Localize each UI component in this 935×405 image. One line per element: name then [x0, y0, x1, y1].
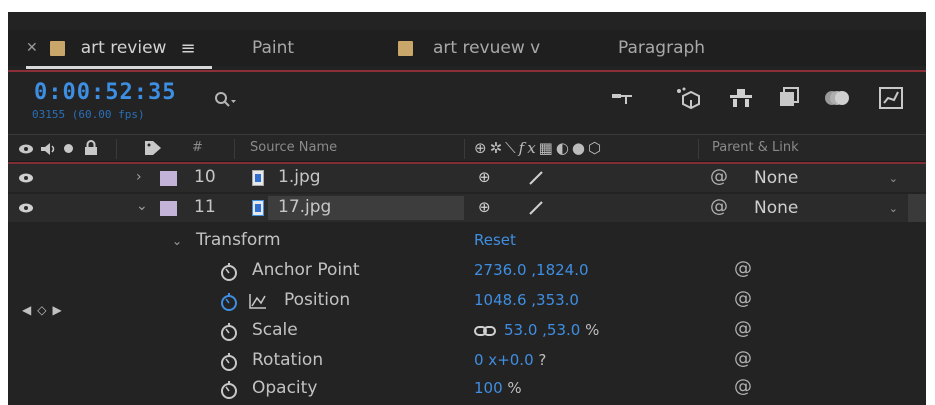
layer-number: 11: [194, 197, 216, 217]
layer-row[interactable]: ⌄ 11 17.jpg ⊕ @ None ⌄: [8, 194, 926, 222]
tab-paragraph[interactable]: Paragraph: [618, 34, 705, 62]
property-value-anchor-point[interactable]: 2736.0 ,1824.0: [474, 261, 589, 279]
graph-icon[interactable]: [248, 292, 268, 310]
switches-header-icons: ⊕✲⟍fx▦◐●⬡: [474, 139, 605, 157]
label-color-swatch[interactable]: [160, 171, 177, 186]
property-value-scale[interactable]: 53.0 ,53.0 %: [504, 321, 599, 339]
tab-label: art review: [80, 38, 167, 58]
chevron-down-icon: ⌄: [888, 171, 898, 185]
stopwatch-icon[interactable]: [220, 352, 238, 372]
eye-icon[interactable]: [18, 202, 34, 214]
property-value-opacity[interactable]: 100 %: [474, 379, 522, 397]
lock-header-icon: [85, 140, 97, 155]
shy-switch-icon[interactable]: ⊕: [478, 168, 491, 186]
source-name-column-header[interactable]: Source Name: [250, 140, 337, 155]
property-label-scale: Scale: [252, 320, 298, 340]
composition-swatch-icon: [49, 40, 65, 56]
vertical-scrollbar-thumb[interactable]: [908, 194, 926, 222]
property-label-rotation: Rotation: [252, 350, 324, 370]
layer-name[interactable]: 17.jpg: [278, 197, 331, 217]
parent-dropdown[interactable]: None ⌄: [748, 196, 906, 220]
stopwatch-icon[interactable]: [220, 380, 238, 400]
keyframe-navigator[interactable]: ◀◇▶: [22, 303, 68, 317]
quality-switch-icon[interactable]: [528, 200, 544, 216]
layer-number: 10: [194, 167, 216, 187]
graph-editor-icon[interactable]: [876, 84, 906, 112]
parent-dropdown-value: None: [754, 198, 799, 218]
quality-switch-icon[interactable]: [528, 170, 544, 186]
video-toggle-header-icon: [19, 144, 33, 154]
label-color-swatch[interactable]: [160, 201, 177, 216]
hamburger-icon[interactable]: ≡: [180, 38, 195, 59]
unit-text: ?: [538, 351, 547, 369]
frame-blending-icon[interactable]: [774, 84, 804, 112]
composition-swatch-icon: [398, 40, 413, 56]
parent-dropdown-value: None: [754, 168, 799, 188]
tab-label: Paragraph: [618, 38, 706, 58]
audio-header-icon: [41, 143, 55, 155]
property-label-position: Position: [284, 290, 351, 310]
tab-label: Paint: [252, 38, 295, 58]
transform-reset-link[interactable]: Reset: [474, 231, 516, 249]
timeline-panel: ✕ art review ≡ Paint art revuew v Paragr…: [8, 12, 926, 405]
unit-text: %: [585, 321, 600, 339]
chevron-right-icon[interactable]: ›: [136, 169, 142, 185]
parent-link-column-header: Parent & Link: [712, 140, 799, 155]
image-file-icon: [252, 170, 264, 186]
tab-art-revuew[interactable]: art revuew v: [398, 34, 540, 62]
chevron-down-icon: ⌄: [888, 201, 898, 215]
stopwatch-icon[interactable]: [220, 262, 238, 282]
tab-label: art revuew v: [433, 38, 541, 58]
close-icon[interactable]: ✕: [26, 40, 38, 56]
tab-bar-bottom-border: [8, 70, 926, 72]
expression-pick-whip-icon[interactable]: @: [734, 348, 752, 369]
layer-name[interactable]: 1.jpg: [278, 167, 321, 187]
label-tag-icon: [145, 141, 161, 155]
value-text[interactable]: 1048.6 ,353.0: [474, 291, 579, 309]
tab-art-review[interactable]: ✕ art review ≡: [26, 34, 196, 62]
stopwatch-icon[interactable]: [220, 322, 238, 342]
tab-paint[interactable]: Paint: [252, 34, 294, 62]
pick-whip-icon[interactable]: @: [710, 166, 728, 187]
transform-group-label[interactable]: Transform: [196, 230, 281, 250]
draft-3d-icon[interactable]: [672, 84, 702, 112]
motion-blur-icon[interactable]: [822, 84, 852, 112]
parent-dropdown[interactable]: None ⌄: [748, 166, 906, 190]
active-tab-underline: [26, 66, 212, 69]
frame-rate-readout: 03155 (60.00 fps): [32, 108, 145, 121]
solo-header-icon: [64, 144, 73, 153]
composition-flowchart-icon[interactable]: [608, 84, 638, 112]
current-time-display[interactable]: 0:00:52:35: [34, 80, 176, 105]
hash-column-header: #: [192, 140, 203, 155]
value-text[interactable]: 2736.0 ,1824.0: [474, 261, 589, 279]
property-label-anchor-point: Anchor Point: [252, 260, 360, 280]
value-text[interactable]: 0 x+0.0: [474, 351, 534, 369]
chevron-down-icon[interactable]: ⌄: [136, 198, 148, 214]
value-text[interactable]: 53.0 ,53.0: [504, 321, 580, 339]
expression-pick-whip-icon[interactable]: @: [734, 288, 752, 309]
property-value-rotation[interactable]: 0 x+0.0 ?: [474, 351, 546, 369]
shy-switch-icon[interactable]: ⊕: [478, 198, 491, 216]
layer-column-header: # Source Name ⊕✲⟍fx▦◐●⬡ Parent & Link: [8, 134, 926, 162]
constrain-proportions-link-icon[interactable]: [474, 325, 496, 337]
layer-row[interactable]: › 10 1.jpg ⊕ @ None ⌄: [8, 164, 926, 192]
chevron-down-icon[interactable]: ⌄: [172, 234, 182, 248]
eye-icon[interactable]: [18, 172, 34, 184]
expression-pick-whip-icon[interactable]: @: [734, 318, 752, 339]
image-file-icon: [252, 200, 264, 216]
shy-layers-icon[interactable]: [726, 84, 756, 112]
pick-whip-icon[interactable]: @: [710, 196, 728, 217]
expression-pick-whip-icon[interactable]: @: [734, 258, 752, 279]
stopwatch-active-icon[interactable]: [220, 292, 238, 312]
property-label-opacity: Opacity: [252, 378, 318, 398]
search-icon[interactable]: [213, 90, 237, 110]
value-text[interactable]: 100: [474, 379, 503, 397]
expression-pick-whip-icon[interactable]: @: [734, 376, 752, 397]
property-value-position[interactable]: 1048.6 ,353.0: [474, 291, 579, 309]
unit-text: %: [507, 379, 522, 397]
